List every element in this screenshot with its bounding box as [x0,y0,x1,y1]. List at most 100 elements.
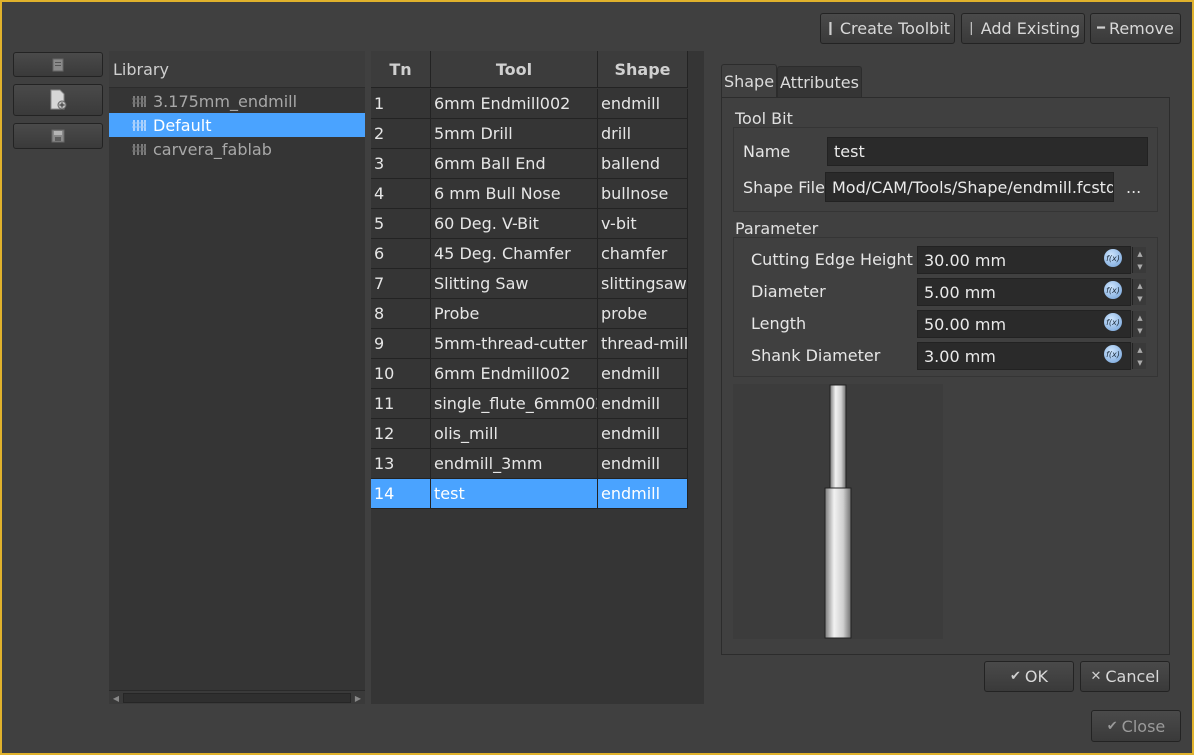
parameter-label: Shank Diameter [751,346,881,365]
spin-up-icon[interactable]: ▲ [1133,311,1147,324]
cell-tn: 10 [371,359,431,389]
cell-shape: endmill [598,449,688,479]
table-row[interactable]: 7 Slitting Saw slittingsaw [371,269,688,299]
library-tree[interactable]: Library 3.175mm_endmill Default carvera_… [109,51,365,704]
cell-shape: bullnose [598,179,688,209]
cell-tool: 5mm Drill [431,119,598,149]
table-row[interactable]: 13 endmill_3mm endmill [371,449,688,479]
spinbox-stepper[interactable]: ▲ ▼ [1132,247,1146,273]
expression-icon[interactable]: f(x) [1104,345,1122,363]
library-item-default[interactable]: Default [109,113,365,137]
cell-shape: endmill [598,419,688,449]
ok-label: OK [1024,667,1048,686]
table-row[interactable]: 11 single_flute_6mm002 endmill [371,389,688,419]
tab-attributes[interactable]: Attributes [777,66,862,98]
cell-tn: 6 [371,239,431,269]
create-toolbit-button[interactable]: ❙ Create Toolbit [820,13,955,44]
minus-icon: ━ [1097,21,1105,36]
shape-file-label: Shape File [743,178,825,197]
spinbox-stepper[interactable]: ▲ ▼ [1132,343,1146,369]
spin-up-icon[interactable]: ▲ [1133,247,1147,260]
table-row[interactable]: 1 6mm Endmill002 endmill [371,89,688,119]
table-row[interactable]: 6 45 Deg. Chamfer chamfer [371,239,688,269]
cell-shape: drill [598,119,688,149]
tab-shape-label: Shape [723,72,775,91]
scroll-track[interactable] [123,693,351,703]
cancel-label: Cancel [1105,667,1160,686]
save-icon [51,129,65,143]
spinbox-stepper[interactable]: ▲ ▼ [1132,311,1146,337]
table-row[interactable]: 9 5mm-thread-cutter thread-mill [371,329,688,359]
parameter-label: Length [751,314,807,333]
table-row[interactable]: 12 olis_mill endmill [371,419,688,449]
toolbit-library-icon [132,120,146,131]
save-library-button[interactable] [13,123,103,149]
column-header-shape[interactable]: Shape [598,51,688,88]
cancel-button[interactable]: ✕ Cancel [1080,661,1170,692]
expression-icon[interactable]: f(x) [1104,313,1122,331]
expression-icon[interactable]: f(x) [1104,281,1122,299]
close-button[interactable]: ✔ Close [1091,710,1181,742]
spin-up-icon[interactable]: ▲ [1133,343,1147,356]
cell-tool: Slitting Saw [431,269,598,299]
table-row[interactable]: 3 6mm Ball End ballend [371,149,688,179]
spin-up-icon[interactable]: ▲ [1133,279,1147,292]
parameter-value-field[interactable]: 3.00 mm [917,342,1131,370]
expression-icon[interactable]: f(x) [1104,249,1122,267]
shape-file-field[interactable]: Mod/CAM/Tools/Shape/endmill.fcstd [825,172,1114,202]
tab-attributes-label: Attributes [780,73,859,92]
library-item-carvera-fablab[interactable]: carvera_fablab [109,137,365,161]
library-item-3-175mm-endmill[interactable]: 3.175mm_endmill [109,89,365,113]
parameter-label: Diameter [751,282,826,301]
table-row[interactable]: 10 6mm Endmill002 endmill [371,359,688,389]
table-row[interactable]: 5 60 Deg. V-Bit v-bit [371,209,688,239]
table-row[interactable]: 14 test endmill [371,479,688,509]
spin-down-icon[interactable]: ▼ [1133,260,1147,273]
spin-down-icon[interactable]: ▼ [1133,356,1147,369]
new-library-button[interactable] [13,84,103,116]
library-item-label: 3.175mm_endmill [153,91,298,111]
tool-table[interactable]: Tn Tool Shape 1 6mm Endmill002 endmill 2 5mm… [371,51,704,704]
cell-shape: ballend [598,149,688,179]
toolbit-shape-preview [733,384,943,639]
cell-tool: 6mm Endmill002 [431,89,598,119]
name-field[interactable]: test [827,137,1148,166]
remove-label: Remove [1108,19,1174,38]
column-header-tn[interactable]: Tn [371,51,431,88]
toolbit-group-title: Tool Bit [735,109,793,128]
parameter-group-title: Parameter [735,219,819,238]
remove-button[interactable]: ━ Remove [1090,13,1181,44]
cell-tn: 11 [371,389,431,419]
spin-down-icon[interactable]: ▼ [1133,292,1147,305]
cell-tn: 2 [371,119,431,149]
cell-tn: 5 [371,209,431,239]
parameter-value-field[interactable]: 50.00 mm [917,310,1131,338]
cell-tool: Probe [431,299,598,329]
spinbox-stepper[interactable]: ▲ ▼ [1132,279,1146,305]
parameter-value: 50.00 mm [924,314,1007,334]
scroll-left-icon[interactable]: ◀ [110,692,122,704]
endmill-shape-image [824,384,852,639]
column-header-tool[interactable]: Tool [431,51,598,88]
ok-button[interactable]: ✔ OK [984,661,1074,692]
cell-tn: 8 [371,299,431,329]
tab-shape[interactable]: Shape [721,64,777,98]
table-row[interactable]: 2 5mm Drill drill [371,119,688,149]
tool-table-header: Tn Tool Shape [371,51,688,88]
open-library-button[interactable] [13,52,103,77]
cell-tn: 4 [371,179,431,209]
browse-shape-file-button[interactable]: ... [1126,178,1141,197]
document-icon [52,58,64,71]
cell-tn: 12 [371,419,431,449]
table-row[interactable]: 46 mm Bull Nose bullnose [371,179,688,209]
table-row[interactable]: 8 Probe probe [371,299,688,329]
cell-shape: probe [598,299,688,329]
parameter-value-field[interactable]: 5.00 mm [917,278,1131,306]
scroll-right-icon[interactable]: ▶ [352,692,364,704]
parameter-value: 3.00 mm [924,346,996,366]
parameter-value-field[interactable]: 30.00 mm [917,246,1131,274]
spin-down-icon[interactable]: ▼ [1133,324,1147,337]
library-horizontal-scrollbar[interactable]: ◀ ▶ [109,690,365,704]
add-existing-label: Add Existing [980,19,1081,38]
add-existing-button[interactable]: ❘ Add Existing [961,13,1085,44]
